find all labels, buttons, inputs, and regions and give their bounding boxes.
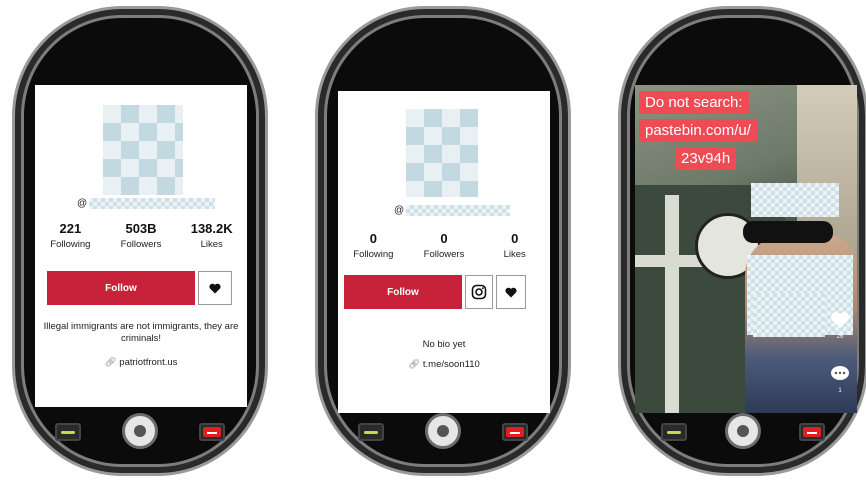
stat-likes[interactable]: 0 Likes xyxy=(479,231,550,260)
profile-screen: @ 221 Following 503B Followers 138.2K Li… xyxy=(35,85,247,407)
stat-value: 0 xyxy=(369,231,377,246)
redaction-block xyxy=(753,293,825,337)
stat-label: Likes xyxy=(200,239,223,250)
stat-followers[interactable]: 0 Followers xyxy=(409,231,480,260)
stat-label: Followers xyxy=(120,239,162,250)
heart-icon xyxy=(505,287,517,297)
profile-stats: 221 Following 503B Followers 138.2K Like… xyxy=(35,221,247,250)
end-call-button[interactable] xyxy=(799,423,825,441)
sunglasses xyxy=(743,221,833,243)
username: @ xyxy=(394,205,511,216)
stat-label: Following xyxy=(50,239,91,250)
stat-value: 0 xyxy=(511,231,519,246)
heart-icon xyxy=(209,283,221,293)
username-redacted xyxy=(89,198,216,209)
stat-label: Following xyxy=(353,249,394,260)
stat-following[interactable]: 221 Following xyxy=(35,221,106,250)
follow-button[interactable]: Follow xyxy=(47,271,195,305)
stat-following[interactable]: 0 Following xyxy=(338,231,409,260)
home-button[interactable] xyxy=(122,413,158,449)
phone-1: @ 221 Following 503B Followers 138.2K Li… xyxy=(12,6,268,476)
stat-value: 221 xyxy=(59,221,82,236)
stat-followers[interactable]: 503B Followers xyxy=(106,221,177,250)
phone-3: Do not search: pastebin.com/u/ 23v94h 26… xyxy=(618,6,866,476)
flag-stripe xyxy=(665,195,679,413)
profile-bio: No bio yet xyxy=(422,339,466,350)
profile-link-text: patriotfront.us xyxy=(119,357,178,368)
username-redacted xyxy=(406,205,511,216)
profile-screen: @ 0 Following 0 Followers 0 Likes Follow xyxy=(338,91,550,413)
profile-link[interactable]: 🔗︎ t.me/soon110 xyxy=(338,359,550,370)
phone-2: @ 0 Following 0 Followers 0 Likes Follow xyxy=(315,6,571,476)
overlay-text-line: pastebin.com/u/ xyxy=(639,119,757,142)
heart-icon xyxy=(830,312,850,329)
username: @ xyxy=(77,198,216,209)
stat-label: Followers xyxy=(423,249,465,260)
comment-action[interactable]: 1 xyxy=(829,365,851,394)
handle-prefix: @ xyxy=(77,198,88,209)
profile-link-text: t.me/soon110 xyxy=(422,359,480,370)
video-screen: Do not search: pastebin.com/u/ 23v94h 26… xyxy=(635,85,857,413)
like-action[interactable]: 26 xyxy=(829,311,851,340)
avatar xyxy=(103,105,183,195)
hardware-buttons xyxy=(621,413,865,453)
hardware-buttons xyxy=(15,413,265,453)
call-button[interactable] xyxy=(661,423,687,441)
end-call-button[interactable] xyxy=(502,423,528,441)
follow-button[interactable]: Follow xyxy=(344,275,462,309)
end-call-button[interactable] xyxy=(199,423,225,441)
home-button[interactable] xyxy=(425,413,461,449)
link-icon: 🔗︎ xyxy=(408,359,421,370)
profile-stats: 0 Following 0 Followers 0 Likes xyxy=(338,231,550,260)
redaction-block xyxy=(751,183,839,217)
stat-value: 503B xyxy=(125,221,157,236)
stat-label: Likes xyxy=(503,249,526,260)
hardware-buttons xyxy=(318,413,568,453)
video-frame: Do not search: pastebin.com/u/ 23v94h 26… xyxy=(635,85,857,413)
overlay-text-line: 23v94h xyxy=(675,147,737,170)
instagram-button[interactable] xyxy=(465,275,493,309)
home-button[interactable] xyxy=(725,413,761,449)
stat-likes[interactable]: 138.2K Likes xyxy=(176,221,247,250)
link-icon: 🔗︎ xyxy=(104,357,117,368)
like-count: 26 xyxy=(836,334,844,340)
stat-value: 138.2K xyxy=(190,221,233,236)
profile-bio: Illegal immigrants are not immigrants, t… xyxy=(43,321,239,344)
comment-count: 1 xyxy=(838,388,842,394)
favorite-button[interactable] xyxy=(198,271,232,305)
comment-icon xyxy=(831,366,849,380)
instagram-icon xyxy=(471,284,487,300)
call-button[interactable] xyxy=(358,423,384,441)
call-button[interactable] xyxy=(55,423,81,441)
avatar xyxy=(406,109,478,197)
handle-prefix: @ xyxy=(394,205,405,216)
stat-value: 0 xyxy=(440,231,448,246)
profile-link[interactable]: 🔗︎ patriotfront.us xyxy=(35,357,247,368)
favorite-button[interactable] xyxy=(496,275,526,309)
overlay-text-line: Do not search: xyxy=(639,91,749,114)
